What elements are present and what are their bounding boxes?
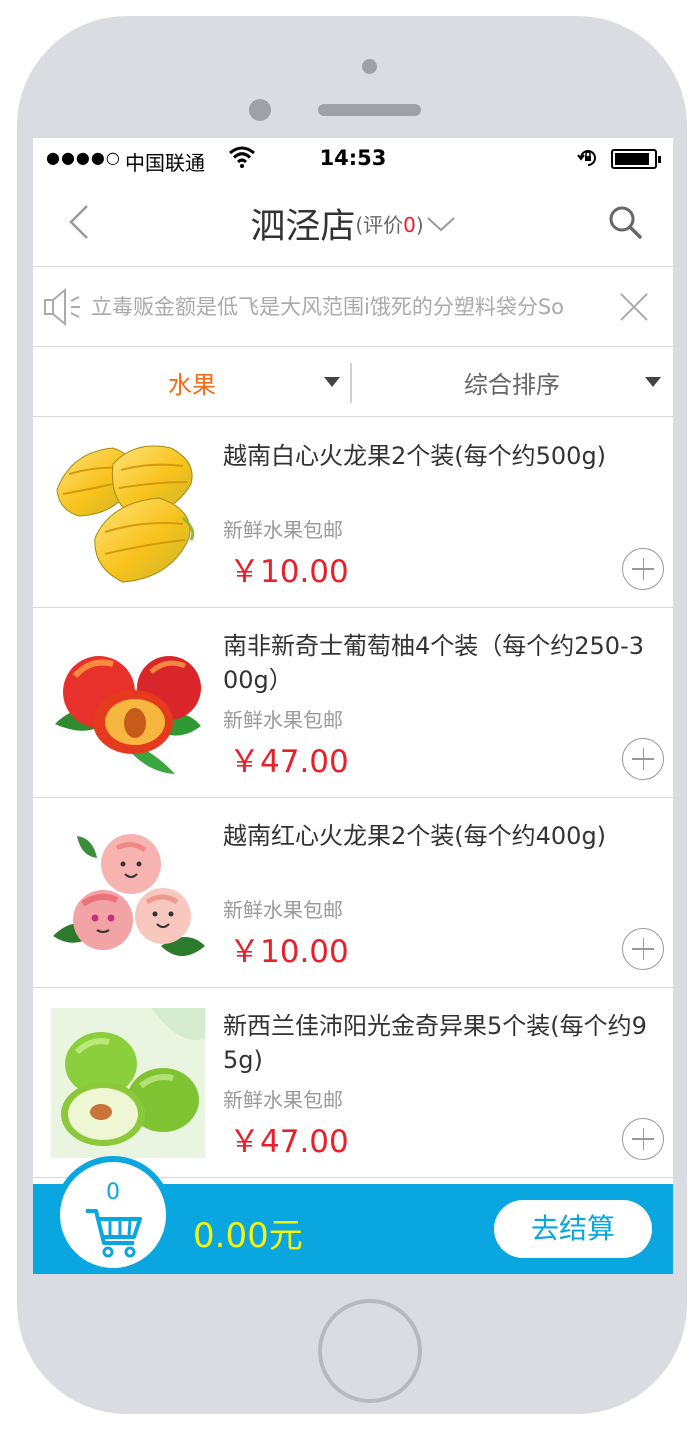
cart-count: 0	[106, 1180, 120, 1205]
nav-header: 泗泾店(评价0)	[33, 180, 673, 267]
product-item[interactable]: 新西兰佳沛阳光金奇异果5个装(每个约95g) 新鲜水果包邮 ￥47.00	[33, 988, 673, 1178]
jujube-image	[51, 1008, 205, 1158]
speaker-icon	[44, 287, 80, 327]
add-to-cart-button[interactable]	[622, 738, 664, 780]
page-title: 泗泾店	[250, 207, 356, 247]
sort-label: 综合排序	[464, 371, 560, 399]
dropdown-arrow-icon	[324, 377, 340, 387]
checkout-button[interactable]: 去结算	[494, 1200, 652, 1258]
cart-total: 0.00元	[193, 1216, 303, 1256]
product-item[interactable]: 越南红心火龙果2个装(每个约400g) 新鲜水果包邮 ￥10.00	[33, 798, 673, 988]
camera-dot	[362, 59, 377, 74]
nectarine-image	[55, 656, 201, 774]
add-to-cart-button[interactable]	[622, 548, 664, 590]
product-price: ￥10.00	[229, 554, 349, 590]
product-price: ￥47.00	[229, 1124, 349, 1160]
front-camera-icon	[249, 99, 271, 121]
product-item[interactable]: 越南白心火龙果2个装(每个约500g) 新鲜水果包邮 ￥10.00	[33, 418, 673, 608]
earpiece-speaker	[318, 104, 421, 116]
add-to-cart-button[interactable]	[622, 1118, 664, 1160]
product-name: 越南红心火龙果2个装(每个约400g)	[223, 822, 607, 850]
shopping-cart-icon	[86, 1209, 142, 1258]
cart-button[interactable]: 0	[54, 1156, 172, 1274]
dropdown-arrow-icon	[645, 377, 661, 387]
product-subtitle: 新鲜水果包邮	[223, 518, 343, 542]
product-subtitle: 新鲜水果包邮	[223, 1088, 343, 1112]
product-subtitle: 新鲜水果包邮	[223, 708, 343, 732]
sort-dropdown[interactable]: 综合排序	[351, 347, 673, 417]
search-icon[interactable]	[605, 202, 645, 242]
category-label: 水果	[168, 371, 216, 399]
product-price: ￥10.00	[229, 934, 349, 970]
rotation-lock-icon	[577, 150, 596, 166]
rating-count: 0	[403, 213, 416, 237]
store-title[interactable]: 泗泾店(评价0)	[33, 198, 673, 249]
product-name: 越南白心火龙果2个装(每个约500g)	[223, 442, 607, 470]
product-item[interactable]: 南非新奇士葡萄柚4个装（每个约250-300g） 新鲜水果包邮 ￥47.00	[33, 608, 673, 798]
status-bar: ●●●●○ 中国联通 14:53	[33, 138, 673, 180]
battery-icon	[611, 149, 661, 169]
category-dropdown[interactable]: 水果	[33, 347, 351, 417]
chevron-down-icon[interactable]	[426, 214, 456, 234]
product-name: 南非新奇士葡萄柚4个装（每个约250-300g）	[223, 632, 645, 694]
app-screen: ●●●●○ 中国联通 14:53 泗泾店(评价0) 立毒贩金额是低飞是大风范围i…	[33, 138, 673, 1274]
home-button[interactable]	[318, 1299, 422, 1403]
announcement-bar: 立毒贩金额是低飞是大风范围i饿死的分塑料袋分So	[33, 267, 673, 347]
announcement-text: 立毒贩金额是低飞是大风范围i饿死的分塑料袋分So	[91, 295, 565, 319]
product-name: 新西兰佳沛阳光金奇异果5个装(每个约95g)	[223, 1012, 647, 1074]
product-list: 越南白心火龙果2个装(每个约500g) 新鲜水果包邮 ￥10.00 南非新奇士葡…	[33, 418, 673, 1178]
filter-bar: 水果 综合排序	[33, 347, 673, 417]
add-to-cart-button[interactable]	[622, 928, 664, 970]
product-price: ￥47.00	[229, 744, 349, 780]
rating-label: (评价0)	[355, 213, 424, 237]
peach-image	[53, 834, 205, 956]
product-subtitle: 新鲜水果包邮	[223, 898, 343, 922]
close-icon[interactable]	[617, 290, 651, 324]
starfruit-image	[56, 445, 195, 583]
